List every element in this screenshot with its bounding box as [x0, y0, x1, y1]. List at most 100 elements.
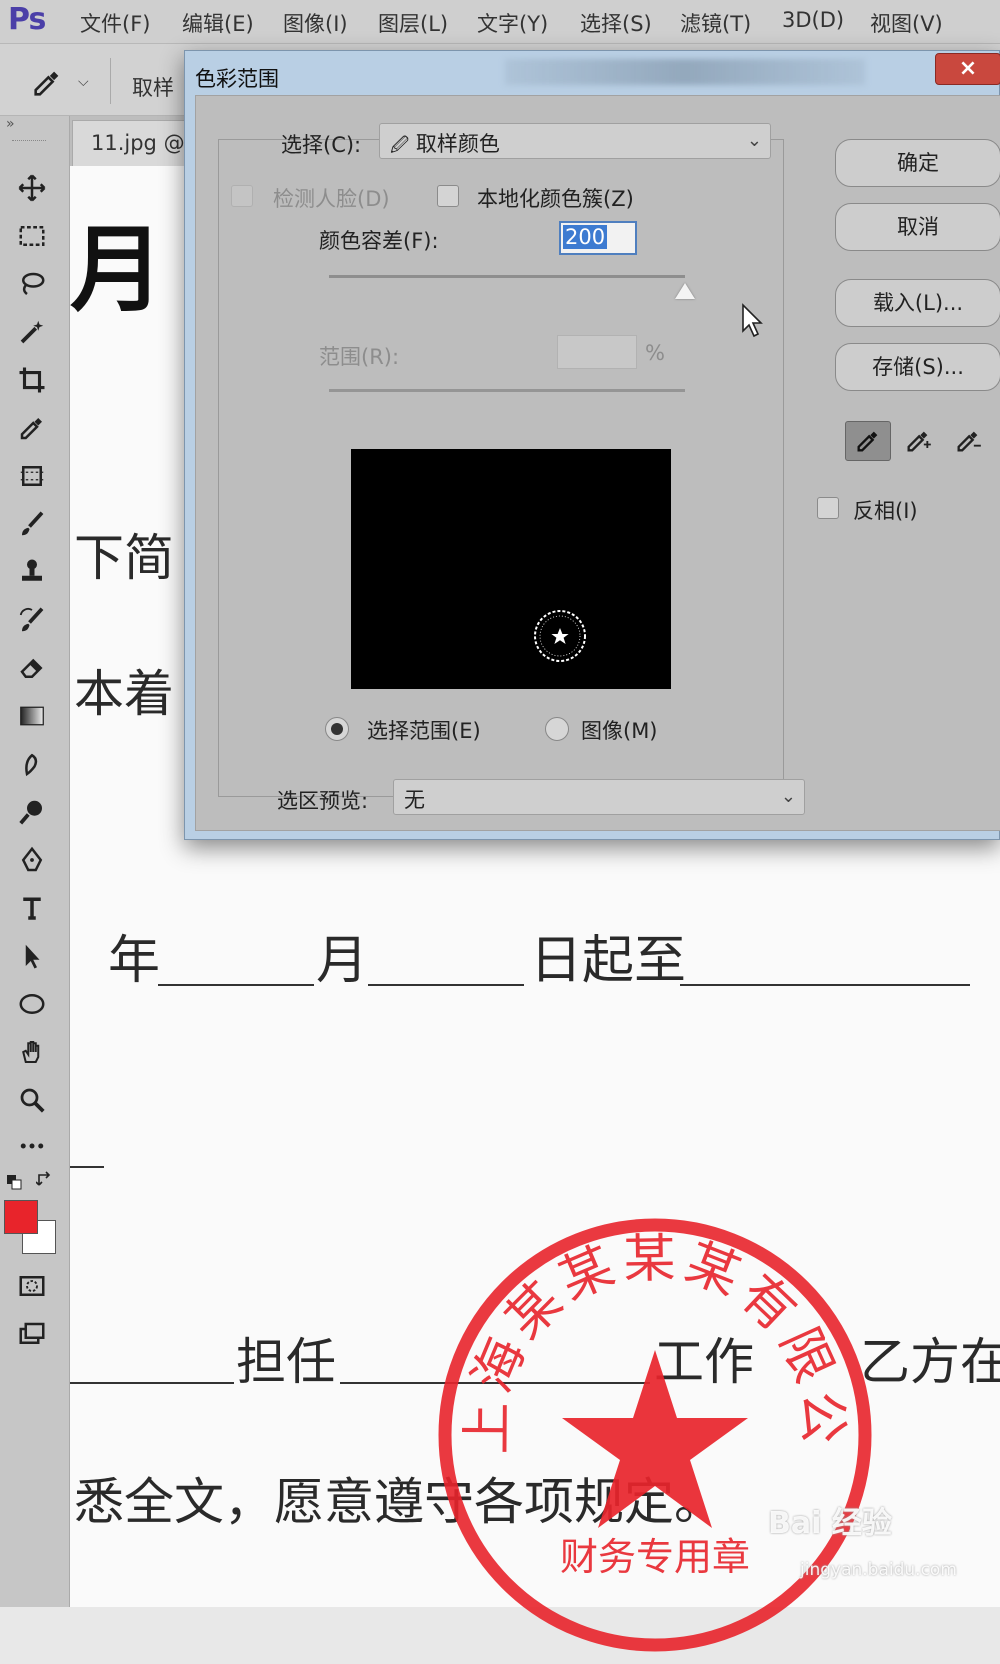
hand-tool-icon[interactable] — [10, 1032, 54, 1072]
menu-bar: Ps 文件(F) 编辑(E) 图像(I) 图层(L) 文字(Y) 选择(S) 滤… — [0, 0, 1000, 44]
menu-view[interactable]: 视图(V) — [870, 8, 943, 38]
doc-text-year: 年 — [108, 931, 161, 991]
selection-preview-dropdown[interactable]: 无 ⌄ — [393, 779, 805, 815]
selection-preview[interactable] — [351, 449, 671, 689]
menu-select[interactable]: 选择(S) — [580, 8, 652, 38]
range-input[interactable] — [557, 335, 637, 369]
doc-text-line: 本着 — [74, 665, 174, 723]
load-button[interactable]: 载入(L)... — [835, 279, 1000, 327]
eyedropper-subtract-icon[interactable] — [945, 421, 991, 461]
select-value: 取样颜色 — [415, 132, 500, 156]
blank-underline — [368, 984, 524, 986]
type-tool-icon[interactable] — [10, 888, 54, 928]
crop-tool-icon[interactable] — [10, 360, 54, 400]
menu-filter[interactable]: 滤镜(T) — [680, 8, 751, 38]
baidu-watermark: Bai 经验 — [768, 1506, 892, 1541]
tools-panel: » — [0, 116, 70, 1607]
sample-size-label: 取样 — [132, 76, 174, 100]
panel-grip — [12, 140, 46, 143]
menu-type[interactable]: 文字(Y) — [477, 8, 548, 38]
gradient-tool-icon[interactable] — [10, 696, 54, 736]
dialog-title: 色彩范围 — [195, 67, 279, 91]
document-tab[interactable]: 11.jpg @ — [72, 120, 192, 166]
foreground-color-swatch[interactable] — [4, 1200, 38, 1234]
selection-preview-value: 无 — [404, 788, 425, 812]
stamp-tool-icon[interactable] — [10, 552, 54, 592]
localized-clusters-label: 本地化颜色簇(Z) — [477, 187, 634, 211]
brush-tool-icon[interactable] — [10, 504, 54, 544]
mouse-cursor-icon — [741, 303, 765, 339]
fuzziness-slider-thumb[interactable] — [675, 283, 695, 299]
ellipse-tool-icon[interactable] — [10, 984, 54, 1024]
close-button[interactable]: × — [935, 53, 1000, 85]
doc-text-from: 日起至 — [530, 931, 687, 991]
eraser-tool-icon[interactable] — [10, 648, 54, 688]
cancel-button[interactable]: 取消 — [835, 203, 1000, 251]
frame-tool-icon[interactable] — [10, 456, 54, 496]
pen-tool-icon[interactable] — [10, 840, 54, 880]
ok-button[interactable]: 确定 — [835, 139, 1000, 187]
screen-mode-icon[interactable] — [10, 1314, 54, 1354]
blank-underline — [70, 1166, 104, 1168]
move-tool-icon[interactable] — [10, 168, 54, 208]
range-unit: % — [645, 341, 665, 365]
menu-3d[interactable]: 3D(D) — [782, 8, 844, 32]
blank-underline — [70, 1382, 234, 1384]
photoshop-logo: Ps — [8, 2, 46, 37]
doc-text-partyb: 乙方在 — [860, 1333, 1000, 1391]
marquee-tool-icon[interactable] — [10, 216, 54, 256]
quick-mask-icon[interactable] — [10, 1266, 54, 1306]
invert-label: 反相(I) — [853, 499, 918, 523]
titlebar-blur — [505, 59, 865, 85]
chevron-down-icon: ⌄ — [746, 130, 762, 151]
menu-layer[interactable]: 图层(L) — [378, 8, 448, 38]
zoom-tool-icon[interactable] — [10, 1080, 54, 1120]
doc-text-serve: 担任 — [236, 1333, 336, 1391]
svg-text:财务专用章: 财务专用章 — [560, 1535, 750, 1579]
path-select-icon[interactable] — [10, 936, 54, 976]
magic-wand-icon[interactable] — [10, 312, 54, 352]
menu-edit[interactable]: 编辑(E) — [182, 8, 254, 38]
detect-faces-checkbox[interactable] — [231, 185, 253, 207]
range-label: 范围(R): — [319, 345, 400, 369]
swap-colors-icon[interactable] — [35, 1170, 54, 1188]
dodge-tool-icon[interactable] — [10, 792, 54, 832]
menu-file[interactable]: 文件(F) — [80, 8, 150, 38]
select-dropdown[interactable]: 🖉 取样颜色 ⌄ — [379, 123, 771, 159]
chevron-down-icon[interactable]: ⌵ — [78, 74, 89, 90]
smudge-tool-icon[interactable] — [10, 744, 54, 784]
blank-underline — [158, 984, 314, 986]
save-button[interactable]: 存储(S)... — [835, 343, 1000, 391]
invert-checkbox[interactable] — [817, 497, 839, 519]
fuzziness-slider-track[interactable] — [329, 275, 685, 278]
collapse-icon[interactable]: » — [6, 116, 15, 132]
fuzziness-value: 200 — [563, 225, 608, 249]
history-brush-icon[interactable] — [10, 600, 54, 640]
color-range-dialog: 色彩范围 × 选择(C): 🖉 取样颜色 ⌄ 检测人脸(D) 本地化颜色簇(Z)… — [184, 50, 1000, 840]
default-colors-icon[interactable] — [6, 1174, 22, 1190]
localized-clusters-checkbox[interactable] — [437, 185, 459, 207]
more-tools-icon[interactable] — [10, 1126, 54, 1166]
doc-heading-char: 月 — [70, 215, 165, 325]
detect-faces-label: 检测人脸(D) — [273, 187, 390, 211]
preview-seal — [534, 610, 586, 662]
view-image-radio[interactable] — [545, 717, 569, 741]
chevron-down-icon: ⌄ — [780, 786, 796, 807]
view-selection-radio[interactable] — [325, 717, 349, 741]
eyedropper-add-icon[interactable] — [895, 421, 941, 461]
eyedropper-tool-icon[interactable] — [10, 408, 54, 448]
view-selection-label: 选择范围(E) — [367, 719, 481, 743]
eyedropper-icon[interactable] — [30, 66, 64, 104]
menu-image[interactable]: 图像(I) — [283, 8, 348, 38]
doc-text-month: 月 — [316, 931, 369, 991]
fuzziness-input[interactable]: 200 — [559, 221, 637, 255]
eyedropper-icon: 🖉 — [390, 135, 410, 156]
company-seal: 上海某某某某有限公司 财务专用章 — [401, 1163, 880, 1660]
range-slider-track[interactable] — [329, 389, 685, 392]
lasso-tool-icon[interactable] — [10, 264, 54, 304]
blank-underline — [680, 984, 970, 986]
doc-text-line: 下简 — [74, 529, 174, 587]
eyedropper-icon[interactable] — [845, 421, 891, 461]
select-label: 选择(C): — [281, 133, 362, 157]
selection-preview-label: 选区预览: — [277, 789, 369, 813]
